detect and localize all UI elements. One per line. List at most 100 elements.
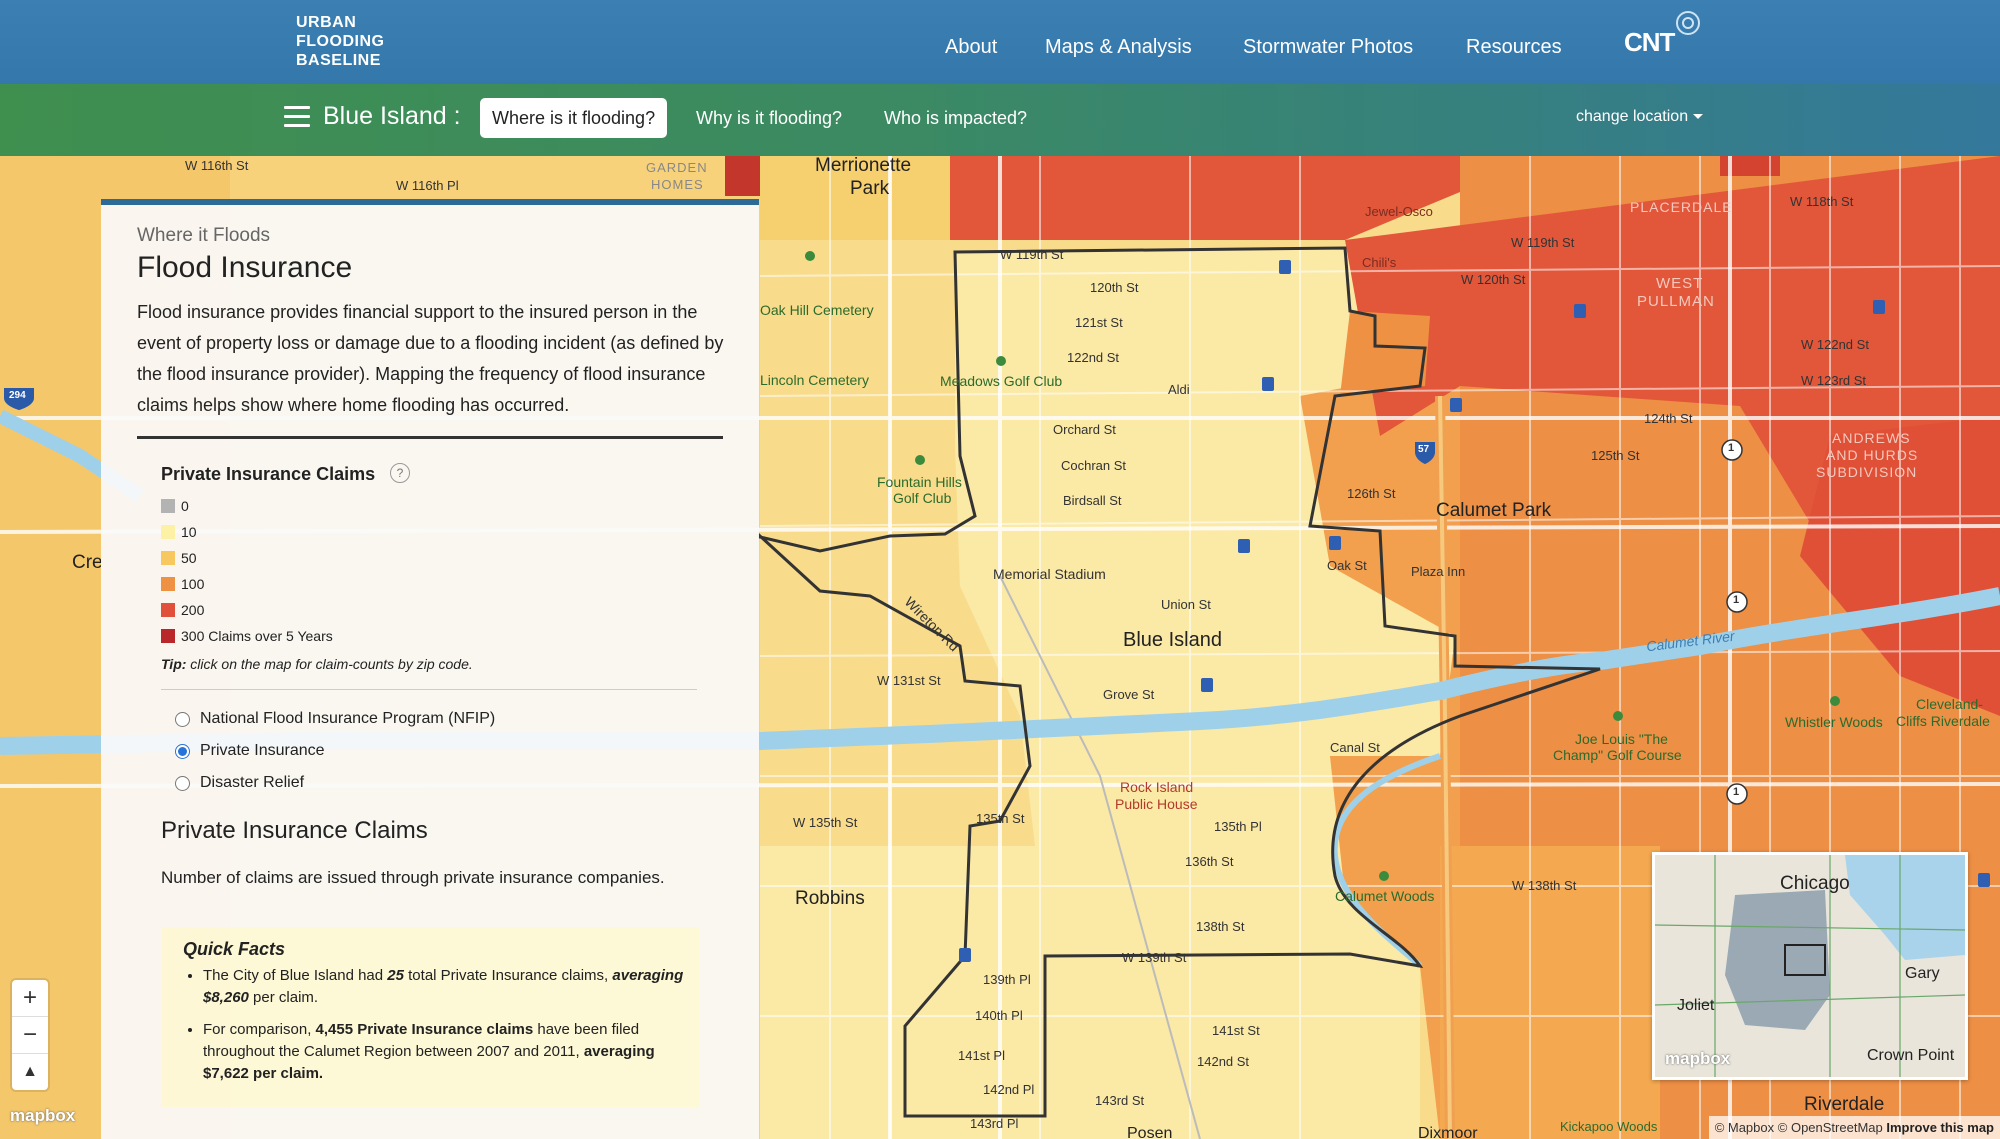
label-rock-island-public-house: Public House: [1115, 796, 1198, 812]
overview-minimap[interactable]: Chicago Gary Joliet Crown Point mapbox: [1652, 852, 1968, 1080]
label-subdivision: SUBDIVISION: [1816, 464, 1918, 480]
section-text: Number of claims are issued through priv…: [161, 868, 665, 887]
legend-swatch: [161, 629, 175, 643]
logo-line-2: FLOODING: [296, 33, 385, 50]
zoom-in-button[interactable]: +: [12, 980, 48, 1017]
label-121st: 121st St: [1075, 315, 1123, 330]
legend-item-300: 300 Claims over 5 Years: [161, 628, 333, 648]
label-w118: W 118th St: [1790, 194, 1854, 209]
attribution-osm[interactable]: © OpenStreetMap: [1778, 1120, 1883, 1135]
help-icon[interactable]: ?: [390, 463, 410, 483]
nav-resources[interactable]: Resources: [1466, 36, 1562, 59]
minimap-chicago: Chicago: [1780, 873, 1850, 894]
label-plaza-inn: Plaza Inn: [1411, 564, 1466, 579]
mapbox-logo[interactable]: mapbox: [10, 1106, 75, 1126]
legend-swatch: [161, 499, 175, 513]
label-placerdale: PLACERDALE: [1630, 199, 1733, 215]
label-posen: Posen: [1127, 1125, 1173, 1139]
site-logo[interactable]: URBAN FLOODING BASELINE: [296, 13, 384, 70]
legend-swatch: [161, 577, 175, 591]
tab-why-is-it-flooding[interactable]: Why is it flooding?: [684, 98, 854, 138]
zoom-out-button[interactable]: −: [12, 1017, 48, 1054]
label-139th-pl: 139th Pl: [983, 972, 1031, 987]
panel-intro: Flood insurance provides financial suppo…: [137, 302, 724, 415]
tab-who-is-impacted[interactable]: Who is impacted?: [872, 98, 1039, 138]
legend-item-50: 50: [161, 550, 197, 570]
radio-button[interactable]: [175, 712, 190, 727]
nav-maps-analysis[interactable]: Maps & Analysis: [1045, 36, 1192, 59]
label-orchard: Orchard St: [1053, 422, 1116, 437]
label-dixmoor: Dixmoor: [1418, 1125, 1478, 1139]
label-w116pl: W 116th Pl: [396, 178, 459, 193]
options-divider: [161, 689, 697, 690]
label-cochran: Cochran St: [1061, 458, 1127, 473]
quick-facts-list: The City of Blue Island had 25 total Pri…: [185, 965, 693, 1095]
location-bar: Blue Island : Where is it flooding? Why …: [0, 84, 2000, 156]
label-rock-island: Rock Island: [1120, 779, 1194, 795]
legend-label: 100: [181, 576, 205, 592]
label-lincoln-cemetery: Lincoln Cemetery: [760, 372, 869, 388]
label-union: Union St: [1161, 597, 1211, 612]
legend-label: 300 Claims over 5 Years: [181, 628, 333, 644]
radio-button-selected[interactable]: [175, 744, 190, 759]
label-122nd: 122nd St: [1067, 350, 1120, 365]
label-126th: 126th St: [1347, 486, 1396, 501]
nav-stormwater-photos[interactable]: Stormwater Photos: [1243, 36, 1413, 59]
label-aldi: Aldi: [1168, 382, 1190, 397]
label-kickapoo-woods: Kickapoo Woods: [1560, 1119, 1658, 1134]
label-oak-hill-cemetery: Oak Hill Cemetery: [760, 302, 874, 318]
label-whistler-woods: Whistler Woods: [1785, 714, 1883, 730]
legend-swatch: [161, 525, 175, 539]
label-136th: 136th St: [1185, 854, 1234, 869]
label-fountain-hills-golf: Golf Club: [893, 490, 952, 506]
panel-kicker: Where it Floods: [137, 225, 271, 246]
fact-text: per claim.: [248, 989, 319, 1006]
label-w139: W 139th St: [1122, 950, 1187, 965]
route-57-label: 57: [1418, 444, 1430, 455]
attribution-mapbox[interactable]: © Mapbox: [1715, 1120, 1774, 1135]
label-142nd-st: 142nd St: [1197, 1054, 1250, 1069]
improve-map-link[interactable]: Improve this map: [1886, 1120, 1994, 1135]
label-141st-st: 141st St: [1212, 1023, 1260, 1038]
fact-text: total Private Insurance claims,: [403, 967, 613, 984]
cnt-logo[interactable]: CNT: [1624, 27, 1675, 58]
legend-label: 200: [181, 602, 205, 618]
tip-prefix: Tip:: [161, 656, 187, 672]
tab-where-is-it-flooding[interactable]: Where is it flooding?: [480, 98, 668, 138]
label-grove: Grove St: [1103, 687, 1155, 702]
tip-text: click on the map for claim-counts by zip…: [186, 656, 473, 672]
label-and-hurds: AND HURDS: [1826, 447, 1919, 463]
map-attribution: © Mapbox © OpenStreetMap Improve this ma…: [1708, 1116, 2000, 1139]
change-location-dropdown[interactable]: change location: [1576, 108, 1704, 126]
label-140th-pl: 140th Pl: [975, 1008, 1023, 1023]
logo-line-1: URBAN: [296, 14, 357, 31]
section-title: Private Insurance Claims: [161, 817, 428, 844]
label-calumet-park: Calumet Park: [1436, 500, 1552, 521]
label-w119: W 119th St: [1000, 247, 1064, 262]
legend-label: 0: [181, 498, 189, 514]
fact-claims-count: 25: [387, 967, 404, 984]
label-w119-east: W 119th St: [1511, 235, 1575, 250]
label-w122-east: W 122nd St: [1801, 337, 1869, 352]
minimap-gary: Gary: [1905, 965, 1940, 982]
label-w120-east: W 120th St: [1461, 272, 1526, 287]
region-area: [1725, 890, 1830, 1030]
label-chilis: Chili's: [1362, 255, 1397, 270]
hamburger-menu-icon[interactable]: [284, 106, 310, 133]
label-143rd-pl: 143rd Pl: [970, 1116, 1019, 1131]
legend-label: 50: [181, 550, 197, 566]
label-jewel-osco: Jewel-Osco: [1365, 204, 1433, 219]
route-1-label-b: 1: [1733, 594, 1740, 606]
panel-divider: [137, 436, 723, 439]
nav-about[interactable]: About: [945, 36, 997, 59]
minimap-joliet: Joliet: [1677, 997, 1715, 1014]
label-oak-st: Oak St: [1327, 558, 1367, 573]
label-135th-st: 135th St: [976, 811, 1025, 826]
radio-button[interactable]: [175, 776, 190, 791]
label-riverdale: Riverdale: [1804, 1094, 1885, 1115]
label-west: WEST: [1656, 275, 1704, 292]
compass-reset-icon[interactable]: ▲: [12, 1054, 48, 1090]
logo-line-3: BASELINE: [296, 52, 381, 69]
label-142nd-pl: 142nd Pl: [983, 1082, 1035, 1097]
zone-dark-red: [725, 156, 760, 196]
